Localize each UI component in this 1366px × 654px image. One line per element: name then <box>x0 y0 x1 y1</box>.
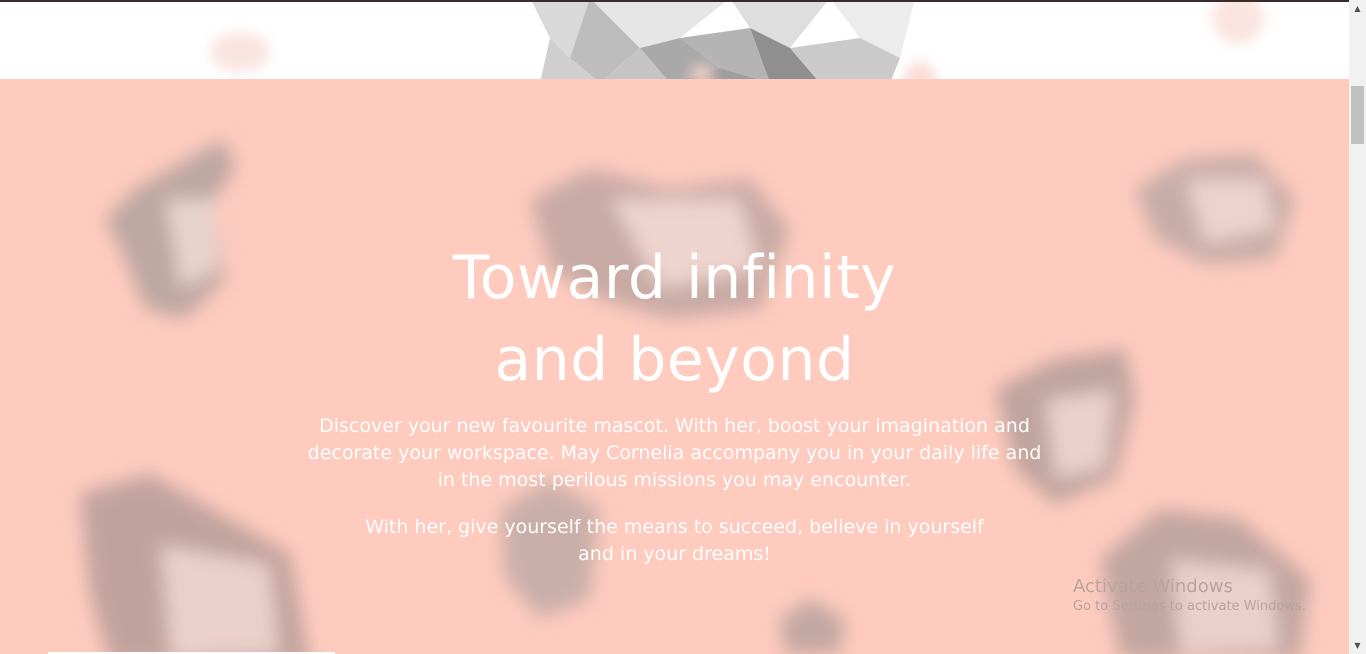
scroll-down-arrow-icon[interactable]: ▼ <box>1349 637 1366 654</box>
windows-activation-watermark: Activate Windows Go to Settings to activ… <box>1073 576 1306 616</box>
hero-title-line2: and beyond <box>494 325 855 395</box>
hero-tagline: With her, give yourself the means to suc… <box>365 516 984 565</box>
decorative-blob <box>905 62 935 79</box>
scrollbar-thumb[interactable] <box>1351 86 1364 144</box>
hero-content: Toward infinity and beyond Discover your… <box>0 79 1349 654</box>
hero-section: Toward infinity and beyond Discover your… <box>0 79 1349 654</box>
hero-title-line1: Toward infinity <box>452 243 897 313</box>
watermark-subtitle: Go to Settings to activate Windows. <box>1073 599 1306 614</box>
top-section <box>0 0 1349 79</box>
watermark-title: Activate Windows <box>1073 576 1233 597</box>
scroll-up-arrow-icon[interactable]: ▲ <box>1349 0 1366 17</box>
hero-description: Discover your new favourite mascot. With… <box>307 415 1042 491</box>
decorative-blob <box>1212 2 1264 44</box>
decorative-blob <box>210 32 270 72</box>
vertical-scrollbar[interactable]: ▲ ▼ <box>1349 0 1366 654</box>
low-poly-elephant-legs-image <box>532 2 914 79</box>
hero-title: Toward infinity and beyond <box>0 237 1349 401</box>
